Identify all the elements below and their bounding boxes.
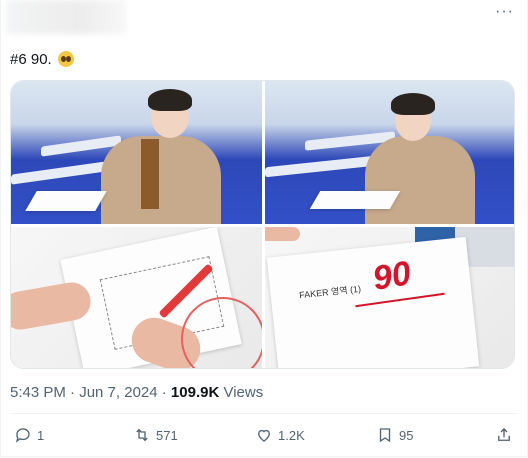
- divider: [10, 413, 518, 414]
- action-bar: 1 571 1.2K 95: [0, 426, 528, 450]
- photo-2[interactable]: [265, 81, 514, 224]
- reply-count: 1: [37, 427, 45, 443]
- media-grid: FAKER 영역 (1) 90: [10, 80, 515, 369]
- more-options-icon[interactable]: ···: [495, 4, 514, 20]
- reply-button[interactable]: 1: [14, 426, 44, 444]
- tweet-text-container: #6 90.: [10, 50, 74, 70]
- tweet-text: #6 90.: [10, 51, 52, 68]
- like-count: 1.2K: [278, 427, 305, 443]
- tweet-meta: 5:43 PM · Jun 7, 2024 · 109.9K Views: [10, 384, 263, 401]
- reply-icon: [15, 428, 30, 443]
- retweet-count: 571: [156, 427, 178, 443]
- retweet-button[interactable]: 571: [133, 426, 178, 444]
- pleading-face-emoji-icon: [57, 51, 74, 67]
- bookmark-count: 95: [399, 427, 414, 443]
- share-button[interactable]: [495, 426, 513, 444]
- retweet-icon: [136, 428, 148, 442]
- share-icon: [498, 428, 510, 441]
- views-count: 109.9K: [170, 384, 220, 401]
- photo-3[interactable]: [11, 227, 262, 368]
- timestamp[interactable]: 5:43 PM · Jun 7, 2024 ·: [10, 384, 171, 401]
- photo-1[interactable]: [11, 81, 262, 224]
- bookmark-icon: [379, 428, 391, 443]
- score-mark-label: 90: [369, 254, 414, 299]
- photo-4[interactable]: FAKER 영역 (1) 90: [265, 227, 514, 368]
- bookmark-button[interactable]: 95: [376, 426, 413, 444]
- views-label: Views: [219, 384, 264, 401]
- blurred-author-header: [6, 0, 126, 34]
- like-button[interactable]: 1.2K: [255, 426, 305, 444]
- heart-icon: [258, 429, 270, 442]
